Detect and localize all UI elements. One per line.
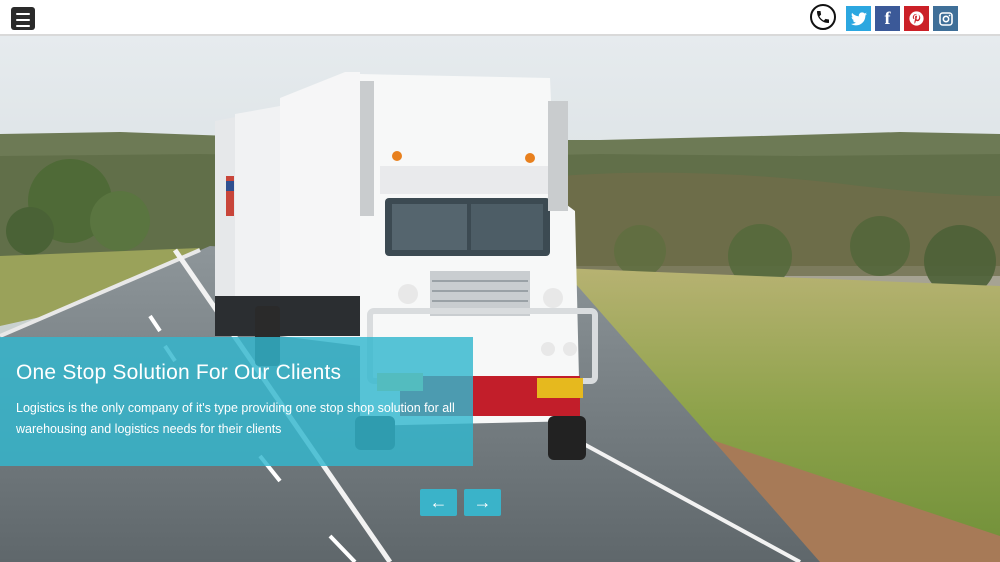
arrow-right-icon: → — [473, 492, 492, 512]
next-slide-button[interactable]: → — [464, 489, 501, 516]
twitter-icon[interactable] — [846, 6, 871, 31]
prev-slide-button[interactable]: ← — [420, 489, 457, 516]
hero-text: Logistics is the only company of it's ty… — [16, 401, 455, 436]
arrow-left-icon: ← — [429, 492, 448, 512]
facebook-icon[interactable]: f — [875, 6, 900, 31]
phone-icon[interactable] — [810, 4, 836, 30]
menu-button[interactable] — [11, 7, 35, 30]
hero-title: One Stop Solution For Our Clients — [16, 361, 342, 384]
pinterest-icon[interactable] — [904, 6, 929, 31]
hero-caption: One Stop Solution For Our Clients Logist… — [0, 337, 473, 466]
hamburger-icon-line — [16, 19, 30, 21]
instagram-icon[interactable] — [933, 6, 958, 31]
hero-slider: One Stop Solution For Our Clients Logist… — [0, 36, 1000, 562]
hamburger-icon-line — [16, 25, 30, 27]
top-bar: f — [0, 0, 1000, 36]
hero-truck-image — [0, 36, 1000, 562]
hamburger-icon-line — [16, 13, 30, 15]
